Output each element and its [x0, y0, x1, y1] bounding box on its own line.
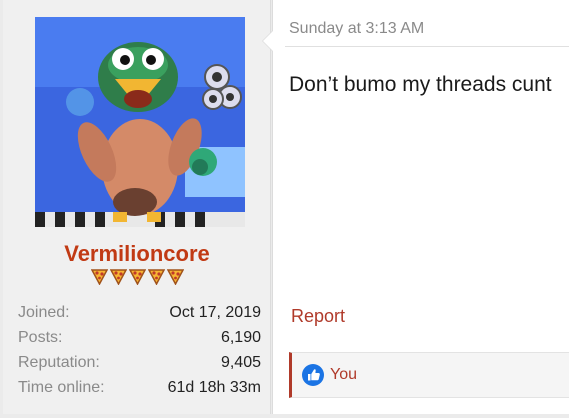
stat-value: Oct 17, 2019 [169, 303, 261, 321]
likes-users-link[interactable]: You [330, 366, 357, 384]
stat-label: Posts: [18, 328, 63, 346]
username[interactable]: Vermilioncore [3, 241, 271, 267]
stat-value: 9,405 [220, 353, 261, 371]
stat-label: Time online: [18, 378, 105, 396]
likes-bar: You [289, 352, 569, 398]
header-divider [285, 46, 569, 47]
report-link[interactable]: Report [291, 306, 345, 327]
stat-label: Joined: [18, 303, 70, 321]
user-rank-icons [3, 268, 271, 290]
stat-joined: Joined: Oct 17, 2019 [18, 300, 261, 325]
pizza-icon [166, 268, 184, 286]
pizza-icon [90, 268, 108, 286]
user-info-panel: Vermilioncore Joined: Oct 17, 2019 Posts… [3, 0, 271, 414]
stat-posts: Posts: 6,190 [18, 325, 261, 350]
user-stats: Joined: Oct 17, 2019 Posts: 6,190 Reputa… [18, 300, 261, 400]
stat-value: 6,190 [220, 328, 261, 346]
stat-value: 61d 18h 33m [167, 378, 261, 396]
post-body: Don’t bumo my threads cunt [289, 73, 552, 96]
message-panel: Sunday at 3:13 AM Don’t bumo my threads … [262, 0, 569, 414]
message-pointer-arrow [262, 30, 273, 52]
forum-post: Vermilioncore Joined: Oct 17, 2019 Posts… [0, 0, 569, 418]
user-avatar[interactable] [35, 17, 245, 227]
pizza-icon [109, 268, 127, 286]
post-timestamp[interactable]: Sunday at 3:13 AM [289, 20, 424, 38]
stat-time-online: Time online: 61d 18h 33m [18, 375, 261, 400]
pizza-icon [128, 268, 146, 286]
pizza-icon [147, 268, 165, 286]
stat-label: Reputation: [18, 353, 100, 371]
thumbs-up-icon [302, 364, 324, 386]
stat-reputation: Reputation: 9,405 [18, 350, 261, 375]
